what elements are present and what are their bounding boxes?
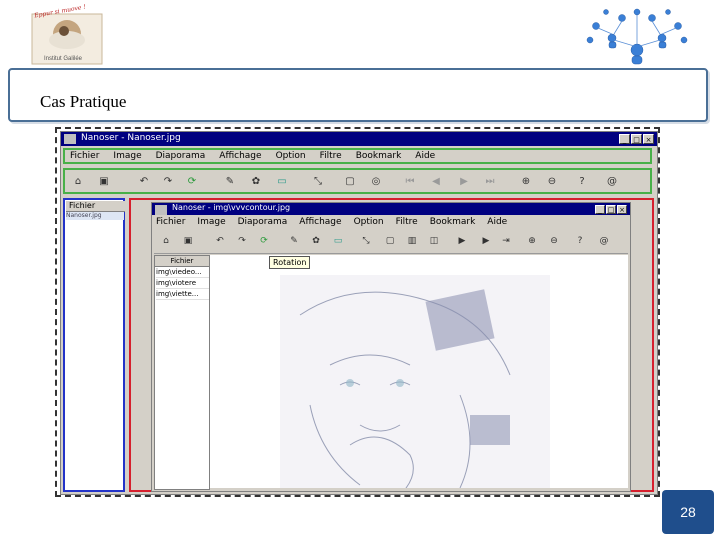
inner-refresh-icon[interactable]: ⟳ — [256, 234, 272, 248]
inner-menu-filtre[interactable]: Filtre — [396, 217, 418, 227]
inner-zoom-in-icon[interactable]: ⊕ — [524, 234, 540, 248]
inner-close-button[interactable]: × — [617, 205, 627, 214]
app-window: Nanoser - Nanoser.jpg _ □ × Fichier Imag… — [60, 131, 658, 495]
inner-skip-icon[interactable]: ⇥ — [498, 234, 514, 248]
file-panel-item[interactable]: Nanoser.jpg — [66, 212, 124, 220]
close-button[interactable]: × — [643, 134, 654, 144]
inner-display-icon[interactable]: ▭ — [330, 234, 346, 248]
image-workspace: Nanoser - img\vvvcontour.jpg _ □ × Fichi… — [129, 198, 654, 492]
inner-play-icon[interactable]: ▶ — [454, 234, 470, 248]
inner-menu-affichage[interactable]: Affichage — [299, 217, 341, 227]
menu-affichage[interactable]: Affichage — [219, 151, 261, 161]
inner-window-controls: _ □ × — [595, 205, 627, 214]
window-titlebar: Nanoser - Nanoser.jpg _ □ × — [61, 132, 657, 146]
undo-icon[interactable]: ↶ — [135, 174, 153, 189]
menu-bookmark[interactable]: Bookmark — [356, 151, 402, 161]
menu-aide[interactable]: Aide — [415, 151, 435, 161]
inner-file-list: Fichier img\viedeo... img\viotere img\vi… — [154, 255, 210, 490]
menu-image[interactable]: Image — [113, 151, 141, 161]
inner-brush-icon[interactable]: ✎ — [286, 234, 302, 248]
inner-zoom-out-icon[interactable]: ⊖ — [546, 234, 562, 248]
slide-title: Cas Pratique — [40, 92, 127, 111]
inner-frame-icon[interactable]: ▢ — [382, 234, 398, 248]
inner-compare-icon[interactable]: ◫ — [426, 234, 442, 248]
file-panel-header: Fichier — [66, 201, 125, 212]
inner-redo-icon[interactable]: ↷ — [234, 234, 250, 248]
inner-menu-aide[interactable]: Aide — [487, 217, 507, 227]
inner-menu-image[interactable]: Image — [197, 217, 225, 227]
inner-undo-icon[interactable]: ↶ — [212, 234, 228, 248]
list-item[interactable]: img\viedeo... — [156, 267, 209, 278]
file-panel: Fichier Nanoser.jpg — [63, 198, 125, 492]
menu-option[interactable]: Option — [276, 151, 306, 161]
help-icon[interactable]: ? — [573, 174, 591, 189]
refresh-icon[interactable]: ⟳ — [183, 174, 201, 189]
contour-image — [280, 275, 550, 488]
resize-icon[interactable]: ⤡ — [309, 174, 327, 189]
inner-app-icon — [155, 205, 167, 215]
inner-menu-option[interactable]: Option — [354, 217, 384, 227]
slide-title-bar: Cas Pratique — [8, 68, 708, 122]
about-icon[interactable]: @ — [603, 174, 621, 189]
redo-icon[interactable]: ↷ — [159, 174, 177, 189]
inner-window: Nanoser - img\vvvcontour.jpg _ □ × Fichi… — [151, 202, 631, 492]
palette-icon[interactable]: ✿ — [247, 174, 265, 189]
inner-open-icon[interactable]: ⌂ — [158, 234, 174, 248]
open-icon[interactable]: ⌂ — [69, 174, 87, 189]
inner-menu-bar: Fichier Image Diaporama Affichage Option… — [156, 217, 507, 227]
zoom-in-icon[interactable]: ⊕ — [517, 174, 535, 189]
tooltip: Rotation — [269, 256, 311, 269]
brush-icon[interactable]: ✎ — [221, 174, 239, 189]
list-item[interactable]: img\viette... — [156, 289, 209, 300]
inner-titlebar: Nanoser - img\vvvcontour.jpg _ □ × — [152, 203, 630, 215]
image-canvas[interactable]: Rotation — [210, 255, 628, 488]
inner-about-icon[interactable]: @ — [596, 234, 612, 248]
prev-icon[interactable]: ◀ — [427, 174, 445, 189]
inner-help-icon[interactable]: ? — [572, 234, 588, 248]
menu-bar: Fichier Image Diaporama Affichage Option… — [63, 148, 652, 164]
inner-menu-fichier[interactable]: Fichier — [156, 217, 185, 227]
inner-file-list-header: Fichier — [155, 256, 209, 267]
application-screenshot: Nanoser - Nanoser.jpg _ □ × Fichier Imag… — [55, 127, 660, 497]
rotate-icon[interactable]: ◎ — [367, 174, 385, 189]
page-number-badge: 28 — [662, 490, 714, 534]
menu-filtre[interactable]: Filtre — [320, 151, 342, 161]
save-icon[interactable]: ▣ — [95, 174, 113, 189]
frame-icon[interactable]: ▢ — [341, 174, 359, 189]
maximize-button[interactable]: □ — [631, 134, 642, 144]
window-title: Nanoser - Nanoser.jpg — [81, 133, 181, 143]
inner-palette-icon[interactable]: ✿ — [308, 234, 324, 248]
inner-toolbar: ⌂ ▣ ↶ ↷ ⟳ ✎ ✿ ▭ ⤡ ▢ ▥ ◫ ▶ ▶ ⇥ ⊕ ⊖ ? @ — [154, 231, 628, 254]
minimize-button[interactable]: _ — [619, 134, 630, 144]
page-number: 28 — [680, 504, 696, 520]
inner-minimize-button[interactable]: _ — [595, 205, 605, 214]
inner-next-icon[interactable]: ▶ — [478, 234, 494, 248]
inner-menu-diaporama[interactable]: Diaporama — [238, 217, 288, 227]
inner-save-icon[interactable]: ▣ — [180, 234, 196, 248]
logo-name: Institut Galilée — [44, 56, 83, 62]
next-icon[interactable]: ▶ — [455, 174, 473, 189]
list-item[interactable]: img\viotere — [156, 278, 209, 289]
institut-galilee-logo: Eppur si muove ! Institut Galilée — [28, 4, 106, 68]
inner-columns-icon[interactable]: ▥ — [404, 234, 420, 248]
menu-fichier[interactable]: Fichier — [70, 151, 99, 161]
display-icon[interactable]: ▭ — [273, 174, 291, 189]
last-icon[interactable]: ⏭ — [481, 174, 499, 189]
inner-resize-icon[interactable]: ⤡ — [358, 234, 374, 248]
inner-menu-bookmark[interactable]: Bookmark — [430, 217, 476, 227]
app-icon — [64, 134, 76, 144]
menu-diaporama[interactable]: Diaporama — [156, 151, 206, 161]
inner-window-title: Nanoser - img\vvvcontour.jpg — [172, 203, 291, 212]
window-controls: _ □ × — [619, 134, 654, 144]
inner-maximize-button[interactable]: □ — [606, 205, 616, 214]
toolbar: ⌂ ▣ ↶ ↷ ⟳ ✎ ✿ ▭ ⤡ ▢ ◎ ⏮ ◀ ▶ ⏭ ⊕ ⊖ ? @ — [63, 168, 652, 194]
zoom-out-icon[interactable]: ⊖ — [543, 174, 561, 189]
network-people-icon — [586, 8, 688, 65]
first-icon[interactable]: ⏮ — [401, 174, 419, 189]
